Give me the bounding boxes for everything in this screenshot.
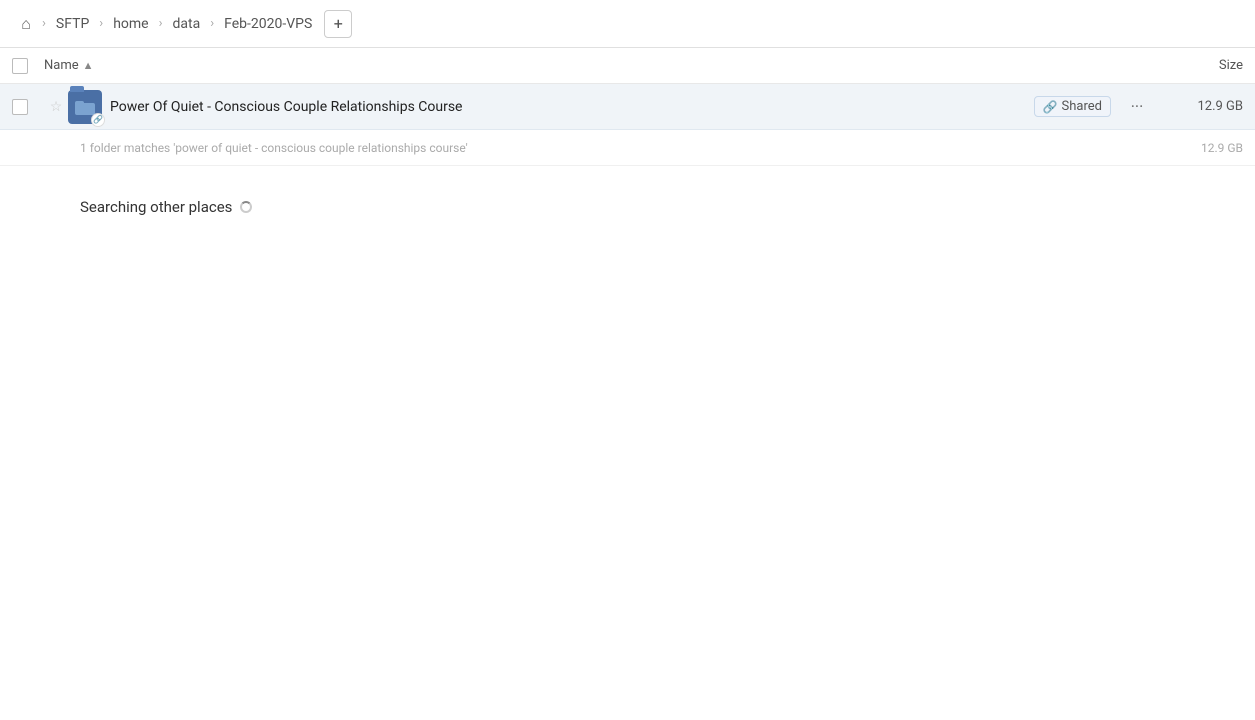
separator-4: › bbox=[210, 16, 214, 31]
folder-icon: 🔗 bbox=[68, 90, 102, 124]
match-info-size: 12.9 GB bbox=[1163, 141, 1243, 155]
searching-title: Searching other places bbox=[80, 198, 232, 216]
link-badge: 🔗 bbox=[91, 113, 105, 127]
breadcrumb-feb2020vps[interactable]: Feb-2020-VPS bbox=[216, 12, 320, 36]
name-column-label: Name bbox=[44, 58, 79, 73]
row-checkbox-col bbox=[12, 99, 44, 115]
breadcrumb-add-button[interactable]: + bbox=[324, 10, 352, 38]
select-all-checkbox[interactable] bbox=[12, 58, 28, 74]
folder-icon-box: 🔗 bbox=[68, 90, 102, 124]
table-row[interactable]: ☆ 🔗 Power Of Quiet - Conscious Couple Re… bbox=[0, 84, 1255, 130]
searching-other-places-section: Searching other places bbox=[0, 166, 1255, 248]
match-info-row: 1 folder matches 'power of quiet - consc… bbox=[0, 130, 1255, 166]
row-checkbox[interactable] bbox=[12, 99, 28, 115]
shared-label: Shared bbox=[1062, 99, 1102, 114]
match-info-text: 1 folder matches 'power of quiet - consc… bbox=[80, 141, 1163, 155]
star-icon[interactable]: ☆ bbox=[44, 99, 68, 115]
separator-2: › bbox=[99, 16, 103, 31]
breadcrumb-home[interactable]: home bbox=[105, 12, 156, 36]
separator-1: › bbox=[42, 16, 46, 31]
home-icon[interactable]: ⌂ bbox=[12, 10, 40, 38]
file-name: Power Of Quiet - Conscious Couple Relati… bbox=[110, 99, 1034, 115]
select-all-checkbox-col bbox=[12, 58, 44, 74]
size-column-header: Size bbox=[1163, 58, 1243, 73]
file-size: 12.9 GB bbox=[1163, 99, 1243, 114]
name-column-header[interactable]: Name ▲ bbox=[44, 58, 1163, 73]
shared-link-icon: 🔗 bbox=[1043, 100, 1058, 114]
breadcrumb-data[interactable]: data bbox=[165, 12, 209, 36]
loading-spinner bbox=[240, 201, 252, 213]
breadcrumb-sftp[interactable]: SFTP bbox=[48, 12, 97, 36]
breadcrumb-bar: ⌂ › SFTP › home › data › Feb-2020-VPS + bbox=[0, 0, 1255, 48]
sort-arrow-icon: ▲ bbox=[83, 59, 94, 72]
more-options-button[interactable]: ··· bbox=[1123, 93, 1151, 121]
shared-badge[interactable]: 🔗 Shared bbox=[1034, 96, 1111, 117]
separator-3: › bbox=[159, 16, 163, 31]
column-headers: Name ▲ Size bbox=[0, 48, 1255, 84]
